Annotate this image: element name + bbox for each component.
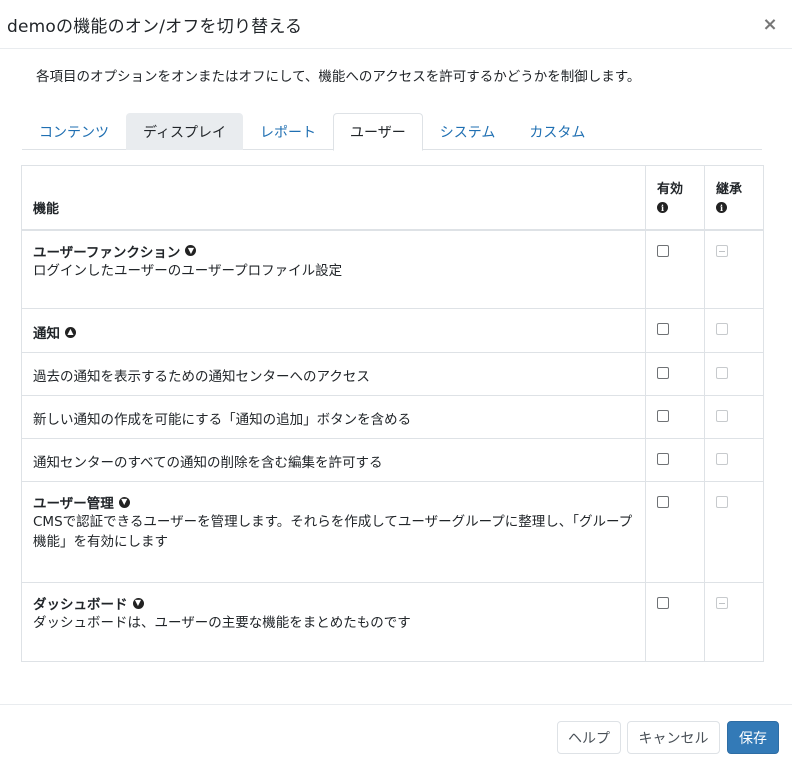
- enabled-cell: [645, 481, 705, 583]
- inherit-checkbox: [716, 323, 728, 335]
- table-row: ユーザー管理 ▼ CMSで認証できるユーザーを管理します。それらを作成してユーザ…: [21, 481, 764, 583]
- feature-name-label: ダッシュボード: [33, 597, 128, 613]
- enabled-cell: [645, 352, 705, 396]
- feature-name-label: ユーザー管理: [33, 496, 114, 512]
- table-row: 通知 ▲: [21, 308, 764, 353]
- enabled-checkbox[interactable]: [657, 453, 669, 465]
- inherit-cell: [704, 438, 764, 482]
- inherit-checkbox: [716, 453, 728, 465]
- tab-users[interactable]: ユーザー: [333, 113, 423, 151]
- tab-custom[interactable]: カスタム: [512, 113, 602, 150]
- table-row: ダッシュボード ▼ ダッシュボードは、ユーザーの主要な機能をまとめたものです: [21, 582, 764, 662]
- feature-cell: ユーザー管理 ▼ CMSで認証できるユーザーを管理します。それらを作成してユーザ…: [21, 481, 646, 583]
- dialog-title: demoの機能のオン/オフを切り替える: [7, 16, 303, 37]
- tab-reports[interactable]: レポート: [243, 113, 333, 150]
- inherit-cell: [704, 481, 764, 583]
- help-button[interactable]: ヘルプ: [557, 721, 621, 754]
- enabled-checkbox[interactable]: [657, 597, 669, 609]
- dialog-intro: 各項目のオプションをオンまたはオフにして、機能へのアクセスを許可するかどうかを制…: [36, 69, 641, 85]
- sub-feature-description: 通知センターのすべての通知の削除を含む編集を許可する: [21, 438, 646, 482]
- feature-description: ダッシュボードは、ユーザーの主要な機能をまとめたものです: [33, 615, 411, 631]
- dialog-footer: ヘルプ キャンセル 保存: [0, 704, 792, 766]
- info-icon[interactable]: i: [716, 202, 727, 213]
- cancel-button[interactable]: キャンセル: [627, 721, 720, 754]
- feature-name[interactable]: 通知 ▲: [33, 322, 76, 342]
- feature-name-label: 通知: [33, 326, 60, 342]
- close-icon[interactable]: ×: [758, 14, 782, 35]
- table-header-row: 機能 有効 i 継承 i: [21, 165, 764, 231]
- tab-display[interactable]: ディスプレイ: [126, 113, 244, 150]
- enabled-checkbox[interactable]: [657, 410, 669, 422]
- dialog-header: demoの機能のオン/オフを切り替える ×: [0, 0, 792, 49]
- save-button[interactable]: 保存: [727, 721, 779, 754]
- feature-cell: ユーザーファンクション ▼ ログインしたユーザーのユーザープロファイル設定: [21, 229, 646, 309]
- feature-description: ログインしたユーザーのユーザープロファイル設定: [33, 262, 343, 279]
- feature-name-label: ユーザーファンクション: [33, 244, 181, 261]
- feature-cell: ダッシュボード ▼ ダッシュボードは、ユーザーの主要な機能をまとめたものです: [21, 582, 646, 662]
- inherit-cell: [704, 308, 764, 353]
- inherit-cell: [704, 229, 764, 309]
- inherit-cell: [704, 582, 764, 662]
- enabled-checkbox[interactable]: [657, 244, 669, 257]
- permissions-table: 機能 有効 i 継承 i ユーザーファンクション ▼ ログインしたユーザーのユー…: [21, 165, 764, 662]
- header-enabled-label: 有効: [657, 182, 684, 197]
- feature-name[interactable]: ユーザー管理 ▼: [33, 492, 130, 512]
- inherit-checkbox: [716, 496, 728, 508]
- inherit-cell: [704, 395, 764, 439]
- info-icon[interactable]: i: [657, 202, 668, 213]
- inherit-checkbox: [716, 367, 728, 379]
- inherit-cell: [704, 352, 764, 396]
- table-row: ユーザーファンクション ▼ ログインしたユーザーのユーザープロファイル設定: [21, 229, 764, 309]
- tab-contents[interactable]: コンテンツ: [22, 113, 126, 150]
- enabled-checkbox[interactable]: [657, 367, 669, 379]
- sub-feature-description: 過去の通知を表示するための通知センターへのアクセス: [21, 352, 646, 396]
- header-enabled: 有効 i: [645, 165, 705, 231]
- enabled-checkbox[interactable]: [657, 323, 669, 335]
- header-feature: 機能: [21, 165, 646, 231]
- header-inherit-label: 継承: [716, 182, 743, 197]
- tab-bar: コンテンツ ディスプレイ レポート ユーザー システム カスタム: [22, 113, 762, 151]
- table-row: 通知センターのすべての通知の削除を含む編集を許可する: [21, 438, 764, 482]
- feature-name[interactable]: ユーザーファンクション ▼: [33, 241, 197, 261]
- feature-description: CMSで認証できるユーザーを管理します。それらを作成してユーザーグループに整理し…: [33, 514, 633, 550]
- enabled-cell: [645, 308, 705, 353]
- enabled-cell: [645, 395, 705, 439]
- circle-arrow-down-icon[interactable]: ▼: [185, 245, 197, 256]
- table-row: 新しい通知の作成を可能にする「通知の追加」ボタンを含める: [21, 395, 764, 439]
- inherit-checkbox: [716, 244, 728, 257]
- circle-arrow-down-icon[interactable]: ▼: [118, 496, 130, 508]
- enabled-cell: [645, 229, 705, 309]
- inherit-checkbox: [716, 597, 728, 609]
- tab-system[interactable]: システム: [423, 113, 513, 150]
- inherit-checkbox: [716, 410, 728, 422]
- table-row: 過去の通知を表示するための通知センターへのアクセス: [21, 352, 764, 396]
- feature-name[interactable]: ダッシュボード ▼: [33, 593, 144, 613]
- feature-cell: 通知 ▲: [21, 308, 646, 353]
- enabled-cell: [645, 582, 705, 662]
- header-inherit: 継承 i: [704, 165, 764, 231]
- circle-arrow-up-icon[interactable]: ▲: [65, 326, 76, 338]
- enabled-cell: [645, 438, 705, 482]
- circle-arrow-down-icon[interactable]: ▼: [132, 597, 144, 609]
- sub-feature-description: 新しい通知の作成を可能にする「通知の追加」ボタンを含める: [21, 395, 646, 439]
- enabled-checkbox[interactable]: [657, 496, 669, 508]
